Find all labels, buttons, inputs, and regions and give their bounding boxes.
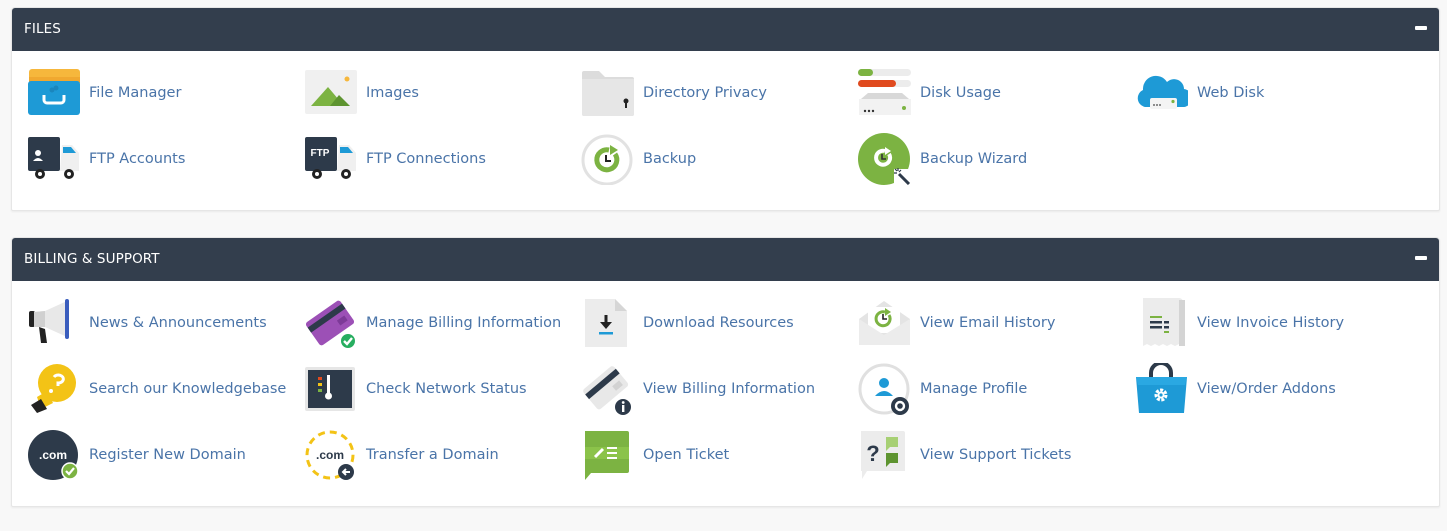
view-invoice-history-label: View Invoice History [1197,315,1345,331]
ftp-connections-label: FTP Connections [366,151,486,167]
download-resources-label: Download Resources [643,315,794,331]
files-collapse-button[interactable] [1415,26,1427,30]
manage-profile-link[interactable]: Manage Profile [858,363,1027,415]
directory-privacy-icon [581,67,634,119]
search-knowledgebase-link[interactable]: Search our Knowledgebase [27,363,286,415]
backup-wizard-link[interactable]: Backup Wizard [858,133,1027,185]
images-label: Images [366,85,419,101]
shopping-bag-gear-icon [1135,363,1188,415]
open-ticket-icon [581,429,634,481]
open-ticket-label: Open Ticket [643,447,730,463]
file-manager-icon [27,67,80,119]
backup-wizard-icon [858,133,911,185]
manage-billing-link[interactable]: Manage Billing Information [304,297,561,349]
credit-card-check-icon [304,297,357,349]
invoice-icon [1135,297,1188,349]
megaphone-icon [27,297,80,349]
ftp-accounts-link[interactable]: FTP Accounts [27,133,185,185]
backup-label: Backup [643,151,697,167]
manage-profile-label: Manage Profile [920,381,1028,397]
domain-transfer-icon: .com [304,429,357,481]
view-email-history-label: View Email History [920,315,1056,331]
view-support-tickets-link[interactable]: ? View Support Tickets [858,429,1071,481]
web-disk-link[interactable]: Web Disk [1135,67,1264,119]
support-tickets-icon: ? [858,429,911,481]
images-link[interactable]: Images [304,67,419,119]
svg-text:FTP: FTP [311,148,330,159]
credit-card-info-icon [581,363,634,415]
register-domain-link[interactable]: .com Register New Domain [27,429,246,481]
check-network-status-link[interactable]: Check Network Status [304,363,527,415]
disk-usage-link[interactable]: Disk Usage [858,67,1001,119]
svg-text:.com: .com [316,448,344,462]
view-invoice-history-link[interactable]: View Invoice History [1135,297,1344,349]
files-panel-header[interactable]: FILES [12,8,1439,51]
disk-usage-icon [858,67,911,119]
domain-register-icon: .com [27,429,80,481]
download-resources-link[interactable]: Download Resources [581,297,794,349]
manage-billing-label: Manage Billing Information [366,315,562,331]
billing-support-panel: BILLING & SUPPORT News & Announcements M… [11,237,1440,507]
web-disk-label: Web Disk [1197,85,1265,101]
ftp-accounts-label: FTP Accounts [89,151,186,167]
disk-usage-label: Disk Usage [920,85,1001,101]
files-panel-title: FILES [24,21,61,37]
directory-privacy-label: Directory Privacy [643,85,767,101]
news-announcements-label: News & Announcements [89,315,267,331]
billing-panel-header[interactable]: BILLING & SUPPORT [12,238,1439,281]
view-support-tickets-label: View Support Tickets [920,447,1072,463]
web-disk-icon [1135,67,1188,119]
download-document-icon [581,297,634,349]
view-order-addons-label: View/Order Addons [1197,381,1336,397]
transfer-domain-link[interactable]: .com Transfer a Domain [304,429,499,481]
billing-collapse-button[interactable] [1415,256,1427,260]
backup-icon [581,133,634,185]
ftp-connections-link[interactable]: FTP FTP Connections [304,133,486,185]
check-network-status-label: Check Network Status [366,381,527,397]
view-billing-info-label: View Billing Information [643,381,816,397]
directory-privacy-link[interactable]: Directory Privacy [581,67,767,119]
backup-wizard-label: Backup Wizard [920,151,1028,167]
view-billing-info-link[interactable]: View Billing Information [581,363,815,415]
open-ticket-link[interactable]: Open Ticket [581,429,729,481]
svg-text:.com: .com [39,448,67,462]
view-order-addons-link[interactable]: View/Order Addons [1135,363,1336,415]
billing-panel-title: BILLING & SUPPORT [24,251,160,267]
ftp-connections-icon: FTP [304,133,357,185]
profile-settings-icon [858,363,911,415]
images-icon [304,67,357,119]
network-status-icon [304,363,357,415]
file-manager-label: File Manager [89,85,182,101]
transfer-domain-label: Transfer a Domain [366,447,499,463]
ftp-accounts-icon [27,133,80,185]
backup-link[interactable]: Backup [581,133,696,185]
svg-text:?: ? [866,441,879,466]
news-announcements-link[interactable]: News & Announcements [27,297,267,349]
email-history-icon [858,297,911,349]
view-email-history-link[interactable]: View Email History [858,297,1055,349]
search-knowledgebase-label: Search our Knowledgebase [89,381,287,397]
files-panel: FILES File Manager Images Directory Priv… [11,7,1440,211]
file-manager-link[interactable]: File Manager [27,67,181,119]
register-domain-label: Register New Domain [89,447,246,463]
lightbulb-question-icon [27,363,80,415]
